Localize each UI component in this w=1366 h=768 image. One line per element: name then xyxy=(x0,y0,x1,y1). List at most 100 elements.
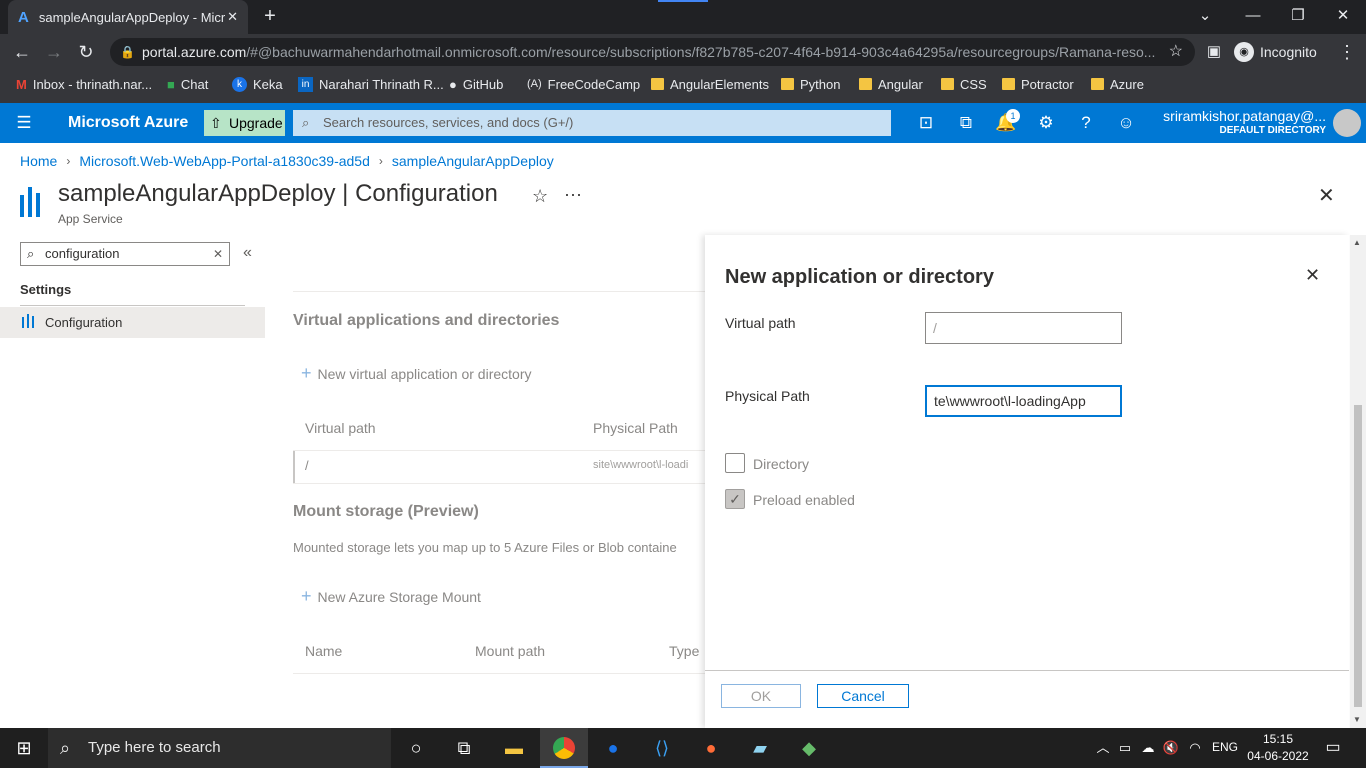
settings-gear-icon[interactable]: ⚙ xyxy=(1034,111,1058,135)
chevron-right-icon: › xyxy=(378,154,383,168)
scrollbar-thumb[interactable] xyxy=(1354,405,1362,707)
close-window-button[interactable]: ✕ xyxy=(1328,4,1358,28)
cortana-icon[interactable]: ○ xyxy=(401,734,431,762)
more-options-icon[interactable]: ··· xyxy=(564,184,582,205)
language-indicator[interactable]: ENG xyxy=(1212,740,1238,754)
keka-icon: k xyxy=(232,76,247,92)
linkedin-icon: in xyxy=(298,76,313,92)
bookmark-star-icon[interactable]: ☆ xyxy=(1169,38,1183,66)
taskbar-search-placeholder: Type here to search xyxy=(88,739,221,756)
directory-filter-icon[interactable]: ⧉ xyxy=(954,111,978,135)
breadcrumb-home[interactable]: Home xyxy=(20,153,57,169)
new-tab-button[interactable]: + xyxy=(259,6,281,28)
account-info[interactable]: sriramkishor.patangay@... DEFAULT DIRECT… xyxy=(1154,108,1326,136)
browser-tab[interactable]: A sampleAngularAppDeploy - Micr ✕ xyxy=(8,0,248,34)
tab-search-icon[interactable]: ⌄ xyxy=(1190,4,1220,28)
taskbar-search[interactable]: ⌕ Type here to search xyxy=(48,728,391,768)
table-row[interactable]: / site\wwwroot\l-loadi xyxy=(293,451,705,483)
sidebar-section-settings: Settings xyxy=(20,282,72,297)
col-type: Type xyxy=(669,643,700,659)
reload-icon[interactable]: ↻ xyxy=(74,40,98,64)
back-icon[interactable]: ← xyxy=(10,40,34,64)
address-host: portal.azure.com xyxy=(142,44,247,60)
bookmark-angularelements[interactable]: AngularElements xyxy=(651,70,769,98)
incognito-icon: ◉ xyxy=(1234,42,1254,62)
upgrade-button[interactable]: ⇧ Upgrade xyxy=(204,110,285,136)
preload-checkbox[interactable]: ✓ xyxy=(725,489,745,509)
virtual-apps-heading: Virtual applications and directories xyxy=(293,312,560,329)
azure-brand[interactable]: Microsoft Azure xyxy=(68,114,188,132)
forward-icon[interactable]: → xyxy=(42,40,66,64)
bookmark-keka[interactable]: k Keka xyxy=(232,70,283,98)
scroll-down-icon[interactable]: ▼ xyxy=(1353,715,1361,724)
configuration-icon xyxy=(22,314,34,328)
page-subtitle: App Service xyxy=(58,212,123,226)
minimize-button[interactable]: — xyxy=(1238,4,1268,28)
bookmarks-bar: M Inbox - thrinath.nar... ■ Chat k Keka in N… xyxy=(0,70,1366,103)
collapse-sidebar-icon[interactable]: « xyxy=(243,244,252,262)
bookmark-angular[interactable]: Angular xyxy=(859,70,923,98)
bookmark-gmail[interactable]: M Inbox - thrinath.nar... xyxy=(16,70,152,98)
clock[interactable]: 15:15 04-06-2022 xyxy=(1246,732,1310,763)
new-storage-mount-button[interactable]: + New Azure Storage Mount xyxy=(301,586,481,607)
bookmark-python[interactable]: Python xyxy=(781,70,840,98)
breadcrumb: Home › Microsoft.Web-WebApp-Portal-a1830… xyxy=(20,153,554,169)
close-tab-icon[interactable]: ✕ xyxy=(227,9,238,25)
col-mount-path: Mount path xyxy=(475,643,546,659)
bookmark-linkedin[interactable]: in Narahari Thrinath R... xyxy=(298,70,444,98)
task-view-icon[interactable]: ⧉ xyxy=(449,734,479,762)
sidebar-search-input[interactable]: ⌕ configuration ✕ xyxy=(20,242,230,266)
close-blade-icon[interactable]: ✕ xyxy=(1318,183,1335,208)
cloud-shell-icon[interactable]: ⊡ xyxy=(914,111,938,135)
bookmark-potractor[interactable]: Potractor xyxy=(1002,70,1074,98)
divider xyxy=(705,670,1349,671)
sidebar-item-label: Configuration xyxy=(45,315,123,330)
avatar[interactable] xyxy=(1333,109,1361,137)
close-panel-icon[interactable]: ✕ xyxy=(1305,265,1320,286)
chrome-menu-icon[interactable]: ⋮ xyxy=(1335,40,1359,64)
hamburger-menu-icon[interactable]: ☰ xyxy=(12,111,36,135)
vscode-icon[interactable]: ⟨⟩ xyxy=(647,734,677,762)
help-icon[interactable]: ? xyxy=(1074,111,1098,135)
virtual-path-input[interactable]: / xyxy=(925,312,1122,344)
bookmark-chat[interactable]: ■ Chat xyxy=(167,70,208,98)
sidepanel-icon[interactable]: ▣ xyxy=(1202,40,1226,64)
physical-path-input[interactable]: te\wwwroot\l-loadingApp xyxy=(925,385,1122,417)
breadcrumb-app[interactable]: sampleAngularAppDeploy xyxy=(392,153,554,169)
new-virtual-app-button[interactable]: + New virtual application or directory xyxy=(301,363,532,384)
scroll-up-icon[interactable]: ▲ xyxy=(1353,238,1361,247)
bookmark-azure[interactable]: Azure xyxy=(1091,70,1144,98)
chrome-taskbar-button[interactable] xyxy=(540,728,588,768)
directory-checkbox[interactable] xyxy=(725,453,745,473)
browser-tab-bar: A sampleAngularAppDeploy - Micr ✕ + ⌄ — … xyxy=(0,0,1366,34)
azure-logo-icon: A xyxy=(18,8,29,26)
ok-button[interactable]: OK xyxy=(721,684,801,708)
postman-icon[interactable]: ● xyxy=(696,734,726,762)
search-icon: ⌕ xyxy=(302,115,310,130)
incognito-indicator[interactable]: ◉ Incognito xyxy=(1234,39,1317,65)
page-title: sampleAngularAppDeploy | Configuration xyxy=(58,180,498,207)
bookmark-freecodecamp[interactable]: (A) FreeCodeCamp xyxy=(527,70,640,98)
favorite-star-icon[interactable]: ☆ xyxy=(532,186,548,207)
address-field[interactable]: 🔒 portal.azure.com/#@bachuwarmahendarhot… xyxy=(110,38,1195,66)
windows-start-icon[interactable]: ⊞ xyxy=(9,734,39,762)
bookmark-css[interactable]: CSS xyxy=(941,70,987,98)
restore-button[interactable]: ❐ xyxy=(1283,4,1313,28)
notifications-center-icon[interactable]: ▭ xyxy=(1318,734,1348,762)
wifi-icon[interactable]: ◠ xyxy=(1180,734,1210,762)
scrollbar[interactable]: ▲ ▼ xyxy=(1350,235,1366,728)
cancel-button[interactable]: Cancel xyxy=(817,684,909,708)
global-search-input[interactable]: ⌕ Search resources, services, and docs (… xyxy=(293,110,891,136)
plus-icon: + xyxy=(301,363,312,383)
gitkraken-icon[interactable]: ◆ xyxy=(794,734,824,762)
notepad-icon[interactable]: ▰ xyxy=(745,734,775,762)
maps-icon[interactable]: ● xyxy=(598,734,628,762)
divider xyxy=(293,673,705,674)
bookmark-github[interactable]: ● GitHub xyxy=(449,70,503,98)
feedback-icon[interactable]: ☺ xyxy=(1114,111,1138,135)
clear-icon[interactable]: ✕ xyxy=(213,243,223,265)
lock-icon: 🔒 xyxy=(120,45,135,59)
breadcrumb-resource-group[interactable]: Microsoft.Web-WebApp-Portal-a1830c39-ad5… xyxy=(79,153,370,169)
file-explorer-icon[interactable]: ▬ xyxy=(499,734,529,762)
sidebar-item-configuration[interactable]: Configuration xyxy=(0,307,265,338)
